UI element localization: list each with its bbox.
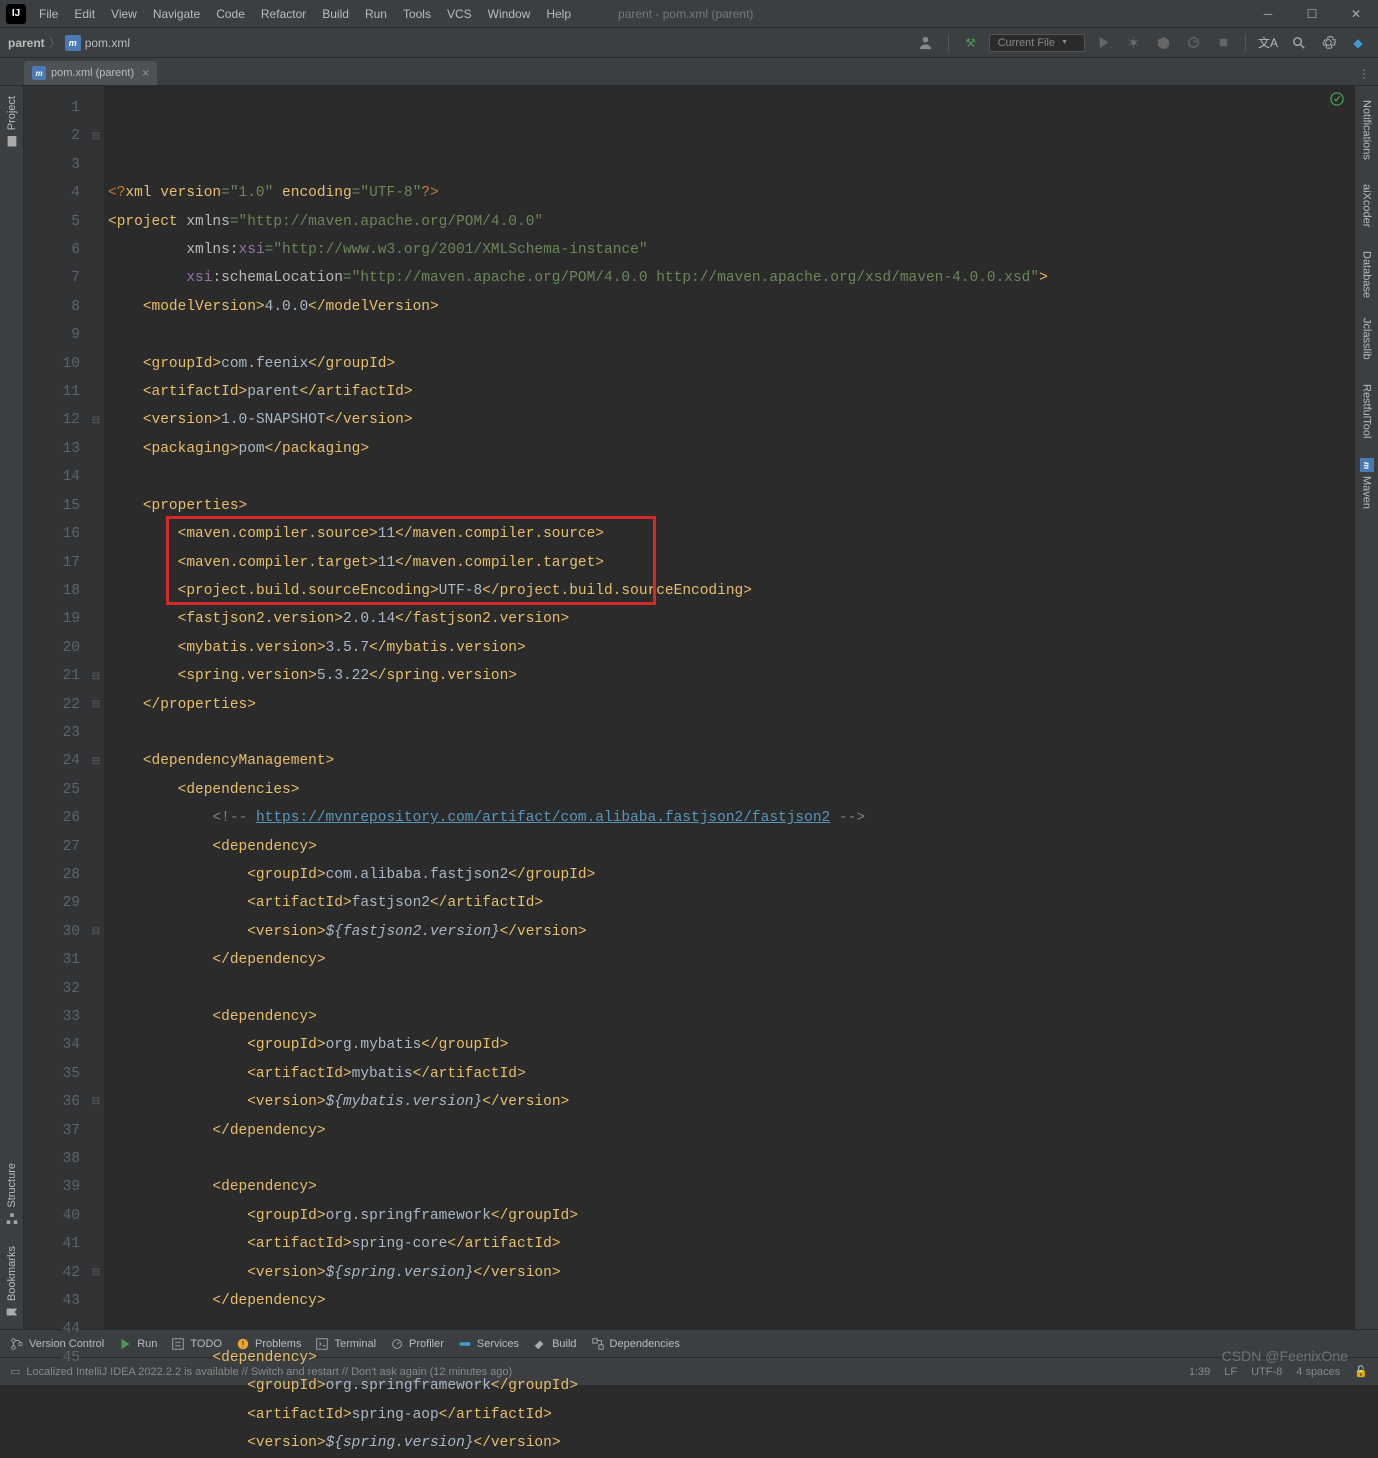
title-bar: IJ File Edit View Navigate Code Refactor… xyxy=(0,0,1378,28)
plugin-icon[interactable]: ◆ xyxy=(1346,31,1370,55)
editor-tab-active[interactable]: m pom.xml (parent) × xyxy=(24,61,157,85)
user-icon[interactable] xyxy=(914,31,938,55)
stop-icon[interactable] xyxy=(1211,31,1235,55)
tool-maven[interactable]: mMaven xyxy=(1357,448,1377,519)
toolbar-actions: ⚒ Current File 文A ◆ xyxy=(914,31,1370,55)
tool-project[interactable]: Project xyxy=(2,86,22,158)
tool-aixcoder[interactable]: aiXcoder xyxy=(1358,170,1376,237)
search-icon[interactable] xyxy=(1286,31,1310,55)
menu-help[interactable]: Help xyxy=(539,4,578,24)
editor-tabs: m pom.xml (parent) × ⋮ xyxy=(0,58,1378,86)
settings-icon[interactable] xyxy=(1316,31,1340,55)
main-menu: File Edit View Navigate Code Refactor Bu… xyxy=(32,4,578,24)
maximize-button[interactable]: ☐ xyxy=(1290,0,1334,28)
tool-jclasslib[interactable]: Jclasslib xyxy=(1358,308,1376,370)
menu-edit[interactable]: Edit xyxy=(67,4,102,24)
editor[interactable]: 1234567891011121314151617181920212223242… xyxy=(24,86,1354,1329)
chevron-right-icon: 〉 xyxy=(49,34,61,51)
maven-file-icon: m xyxy=(32,66,46,80)
coverage-icon[interactable] xyxy=(1151,31,1175,55)
inspection-indicator[interactable] xyxy=(1330,92,1344,106)
breadcrumb-file[interactable]: pom.xml xyxy=(85,36,130,50)
menu-vcs[interactable]: VCS xyxy=(440,4,479,24)
line-numbers[interactable]: 1234567891011121314151617181920212223242… xyxy=(24,86,88,1329)
menu-tools[interactable]: Tools xyxy=(396,4,438,24)
menu-navigate[interactable]: Navigate xyxy=(146,4,207,24)
translate-icon[interactable]: 文A xyxy=(1256,31,1280,55)
maven-file-icon: m xyxy=(65,35,81,51)
menu-window[interactable]: Window xyxy=(481,4,538,24)
window-controls: ─ ☐ ✕ xyxy=(1246,0,1378,28)
fold-gutter[interactable]: ⊟⊟⊟⊟⊟⊟⊟⊟ xyxy=(88,86,104,1329)
tool-bookmarks[interactable]: Bookmarks xyxy=(2,1236,22,1329)
profiler-icon[interactable] xyxy=(1181,31,1205,55)
window-title: parent - pom.xml (parent) xyxy=(618,7,753,21)
tab-menu-icon[interactable]: ⋮ xyxy=(1350,63,1378,85)
tab-label: pom.xml (parent) xyxy=(51,67,134,79)
menu-view[interactable]: View xyxy=(104,4,144,24)
tool-notifications[interactable]: Notifications xyxy=(1358,86,1376,170)
run-config-dropdown[interactable]: Current File xyxy=(989,34,1085,52)
breadcrumb[interactable]: parent 〉 m pom.xml xyxy=(8,34,130,51)
minimize-button[interactable]: ─ xyxy=(1246,0,1290,28)
status-icon[interactable]: ▭ xyxy=(10,1365,20,1378)
main-area: Project Structure Bookmarks 123456789101… xyxy=(0,86,1378,1329)
run-icon[interactable] xyxy=(1091,31,1115,55)
right-toolwindow-bar: Notifications aiXcoder Database Jclassli… xyxy=(1354,86,1378,1329)
watermark: CSDN @FeenixOne xyxy=(1222,1348,1348,1364)
close-button[interactable]: ✕ xyxy=(1334,0,1378,28)
menu-run[interactable]: Run xyxy=(358,4,394,24)
code-content[interactable]: <?xml version="1.0" encoding="UTF-8"?><p… xyxy=(104,86,1354,1329)
tool-database[interactable]: Database xyxy=(1358,237,1376,308)
debug-icon[interactable] xyxy=(1121,31,1145,55)
menu-code[interactable]: Code xyxy=(209,4,252,24)
app-icon: IJ xyxy=(6,4,26,24)
tool-restfultool[interactable]: RestfulTool xyxy=(1358,370,1376,448)
navigation-bar: parent 〉 m pom.xml ⚒ Current File 文A ◆ xyxy=(0,28,1378,58)
breadcrumb-root[interactable]: parent xyxy=(8,36,45,50)
hammer-icon[interactable]: ⚒ xyxy=(959,31,983,55)
left-toolwindow-bar: Project Structure Bookmarks xyxy=(0,86,24,1329)
tool-structure[interactable]: Structure xyxy=(2,1153,22,1236)
menu-file[interactable]: File xyxy=(32,4,65,24)
menu-build[interactable]: Build xyxy=(315,4,356,24)
menu-refactor[interactable]: Refactor xyxy=(254,4,313,24)
close-tab-icon[interactable]: × xyxy=(142,66,149,80)
lock-icon[interactable]: 🔓 xyxy=(1354,1365,1368,1378)
